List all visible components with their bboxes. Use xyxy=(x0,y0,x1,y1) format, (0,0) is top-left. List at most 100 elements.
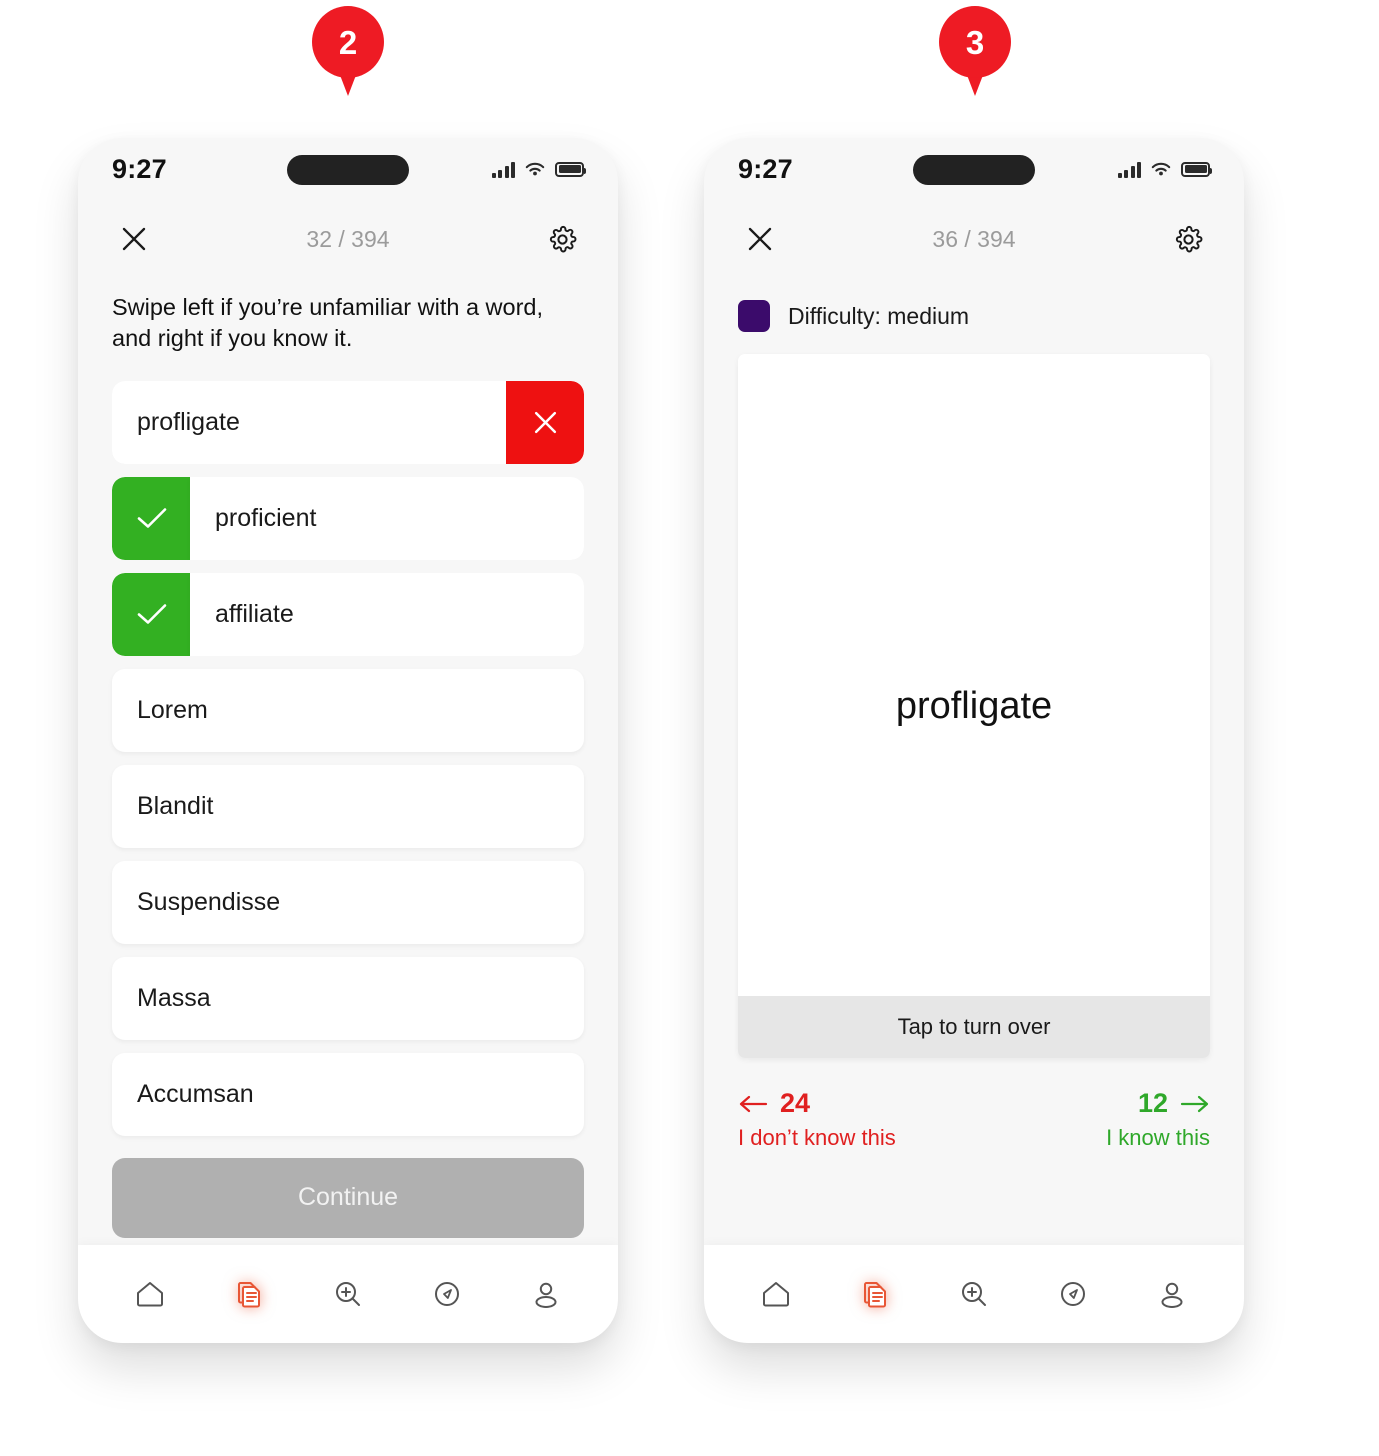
nav-item-documents[interactable] xyxy=(218,1263,280,1325)
dont-know-count-row: 24 xyxy=(738,1088,810,1119)
gear-icon xyxy=(1175,225,1202,252)
difficulty-color-swatch xyxy=(738,300,770,332)
pin-number: 3 xyxy=(965,23,985,61)
word-label: Massa xyxy=(137,983,211,1012)
close-icon xyxy=(748,227,772,251)
close-icon xyxy=(122,227,146,251)
check-icon xyxy=(137,604,167,625)
screenshot-root: 2 3 9:27 32 / 394 Swipe left if you’re u… xyxy=(0,0,1379,1456)
word-row-suspendisse[interactable]: Suspendisse xyxy=(112,860,584,944)
nav-item-documents[interactable] xyxy=(844,1263,906,1325)
know-count-row: 12 xyxy=(1138,1088,1210,1119)
word-row-card: profligate xyxy=(112,380,506,464)
home-icon xyxy=(762,1282,789,1307)
documents-icon xyxy=(863,1282,886,1308)
screen-content: Difficulty: medium profligate Tap to tur… xyxy=(704,300,1244,1151)
dont-know-count: 24 xyxy=(780,1088,811,1118)
answer-counters: 24 I don’t know this 12 I know this xyxy=(738,1088,1210,1151)
status-icons xyxy=(491,161,586,178)
nav-item-home[interactable] xyxy=(119,1263,181,1325)
app-bar: 32 / 394 xyxy=(78,200,618,278)
nav-item-compass[interactable] xyxy=(416,1263,478,1325)
profile-icon xyxy=(535,1282,557,1308)
status-bar: 9:27 xyxy=(704,138,1244,200)
word-label: Blandit xyxy=(137,791,214,820)
battery-icon xyxy=(1181,161,1212,177)
battery-icon xyxy=(555,161,586,177)
phone-screen-swipe-list: 9:27 32 / 394 Swipe left if you’re unfam… xyxy=(78,138,618,1343)
word-row-proficient[interactable]: proficient xyxy=(112,476,584,560)
close-icon xyxy=(534,411,556,434)
dynamic-island xyxy=(913,155,1035,185)
close-button[interactable] xyxy=(738,217,782,261)
search-zoom-icon xyxy=(961,1282,986,1306)
word-label: Suspendisse xyxy=(137,887,281,916)
difficulty-indicator: Difficulty: medium xyxy=(738,300,1210,332)
nav-item-search[interactable] xyxy=(317,1263,379,1325)
bottom-navigation xyxy=(78,1245,618,1343)
close-button[interactable] xyxy=(112,217,156,261)
nav-item-home[interactable] xyxy=(745,1263,807,1325)
continue-button[interactable]: Continue xyxy=(112,1157,584,1238)
dont-know-label: I don’t know this xyxy=(738,1125,896,1150)
documents-icon xyxy=(237,1282,260,1308)
cellular-signal-icon xyxy=(1117,161,1141,178)
mark-known-action[interactable] xyxy=(112,476,192,560)
annotation-pin-3: 3 xyxy=(939,6,1011,96)
compass-icon xyxy=(1061,1282,1086,1306)
nav-item-compass[interactable] xyxy=(1042,1263,1104,1325)
card-counter: 32 / 394 xyxy=(306,225,390,252)
bottom-navigation xyxy=(704,1245,1244,1343)
arrow-left-icon xyxy=(739,1095,768,1112)
word-row-lorem[interactable]: Lorem xyxy=(112,668,584,752)
arrow-right-icon xyxy=(1180,1095,1209,1112)
gear-icon xyxy=(549,225,576,252)
word-row-card: proficient xyxy=(190,476,584,560)
word-row-massa[interactable]: Massa xyxy=(112,956,584,1040)
check-icon xyxy=(137,508,167,529)
status-bar: 9:27 xyxy=(78,138,618,200)
word-label: affiliate xyxy=(215,599,294,628)
status-icons xyxy=(1117,161,1212,178)
word-row-blandit[interactable]: Blandit xyxy=(112,764,584,848)
pin-bubble: 2 xyxy=(312,6,384,78)
flashcard[interactable]: profligate Tap to turn over xyxy=(738,354,1210,1058)
instructions-text: Swipe left if you’re unfamiliar with a w… xyxy=(112,294,544,352)
word-label: profligate xyxy=(137,407,240,436)
word-row-profligate[interactable]: profligate xyxy=(112,380,584,464)
app-bar: 36 / 394 xyxy=(704,200,1244,278)
word-row-card: affiliate xyxy=(190,572,584,656)
know-label: I know this xyxy=(1106,1125,1210,1150)
flashcard-flip-hint[interactable]: Tap to turn over xyxy=(738,996,1210,1058)
home-icon xyxy=(136,1282,163,1307)
cellular-signal-icon xyxy=(491,161,515,178)
nav-item-search[interactable] xyxy=(943,1263,1005,1325)
know-counter[interactable]: 12 I know this xyxy=(1106,1088,1210,1151)
pin-bubble: 3 xyxy=(939,6,1011,78)
pin-number: 2 xyxy=(338,23,358,61)
mark-known-action[interactable] xyxy=(112,572,192,656)
settings-button[interactable] xyxy=(540,217,584,261)
difficulty-label: Difficulty: medium xyxy=(788,302,970,329)
wifi-icon xyxy=(525,162,545,175)
phone-screen-flashcard: 9:27 36 / 394 Difficulty: medium proflig… xyxy=(704,138,1244,1343)
status-time: 9:27 xyxy=(112,153,167,184)
dont-know-counter[interactable]: 24 I don’t know this xyxy=(738,1088,896,1151)
profile-icon xyxy=(1161,1282,1183,1308)
screen-content: Swipe left if you’re unfamiliar with a w… xyxy=(78,292,618,1238)
status-time: 9:27 xyxy=(738,153,793,184)
nav-item-profile[interactable] xyxy=(515,1263,577,1325)
word-row-accumsan[interactable]: Accumsan xyxy=(112,1052,584,1136)
nav-item-profile[interactable] xyxy=(1141,1263,1203,1325)
mark-unknown-action[interactable] xyxy=(506,380,584,464)
word-row-affiliate[interactable]: affiliate xyxy=(112,572,584,656)
know-count: 12 xyxy=(1137,1088,1168,1118)
flashcard-word: profligate xyxy=(895,684,1053,727)
search-zoom-icon xyxy=(335,1282,360,1306)
wifi-icon xyxy=(1151,162,1171,175)
compass-icon xyxy=(435,1282,460,1306)
word-label: proficient xyxy=(215,503,317,532)
card-counter: 36 / 394 xyxy=(932,225,1016,252)
settings-button[interactable] xyxy=(1166,217,1210,261)
annotation-pin-2: 2 xyxy=(312,6,384,96)
